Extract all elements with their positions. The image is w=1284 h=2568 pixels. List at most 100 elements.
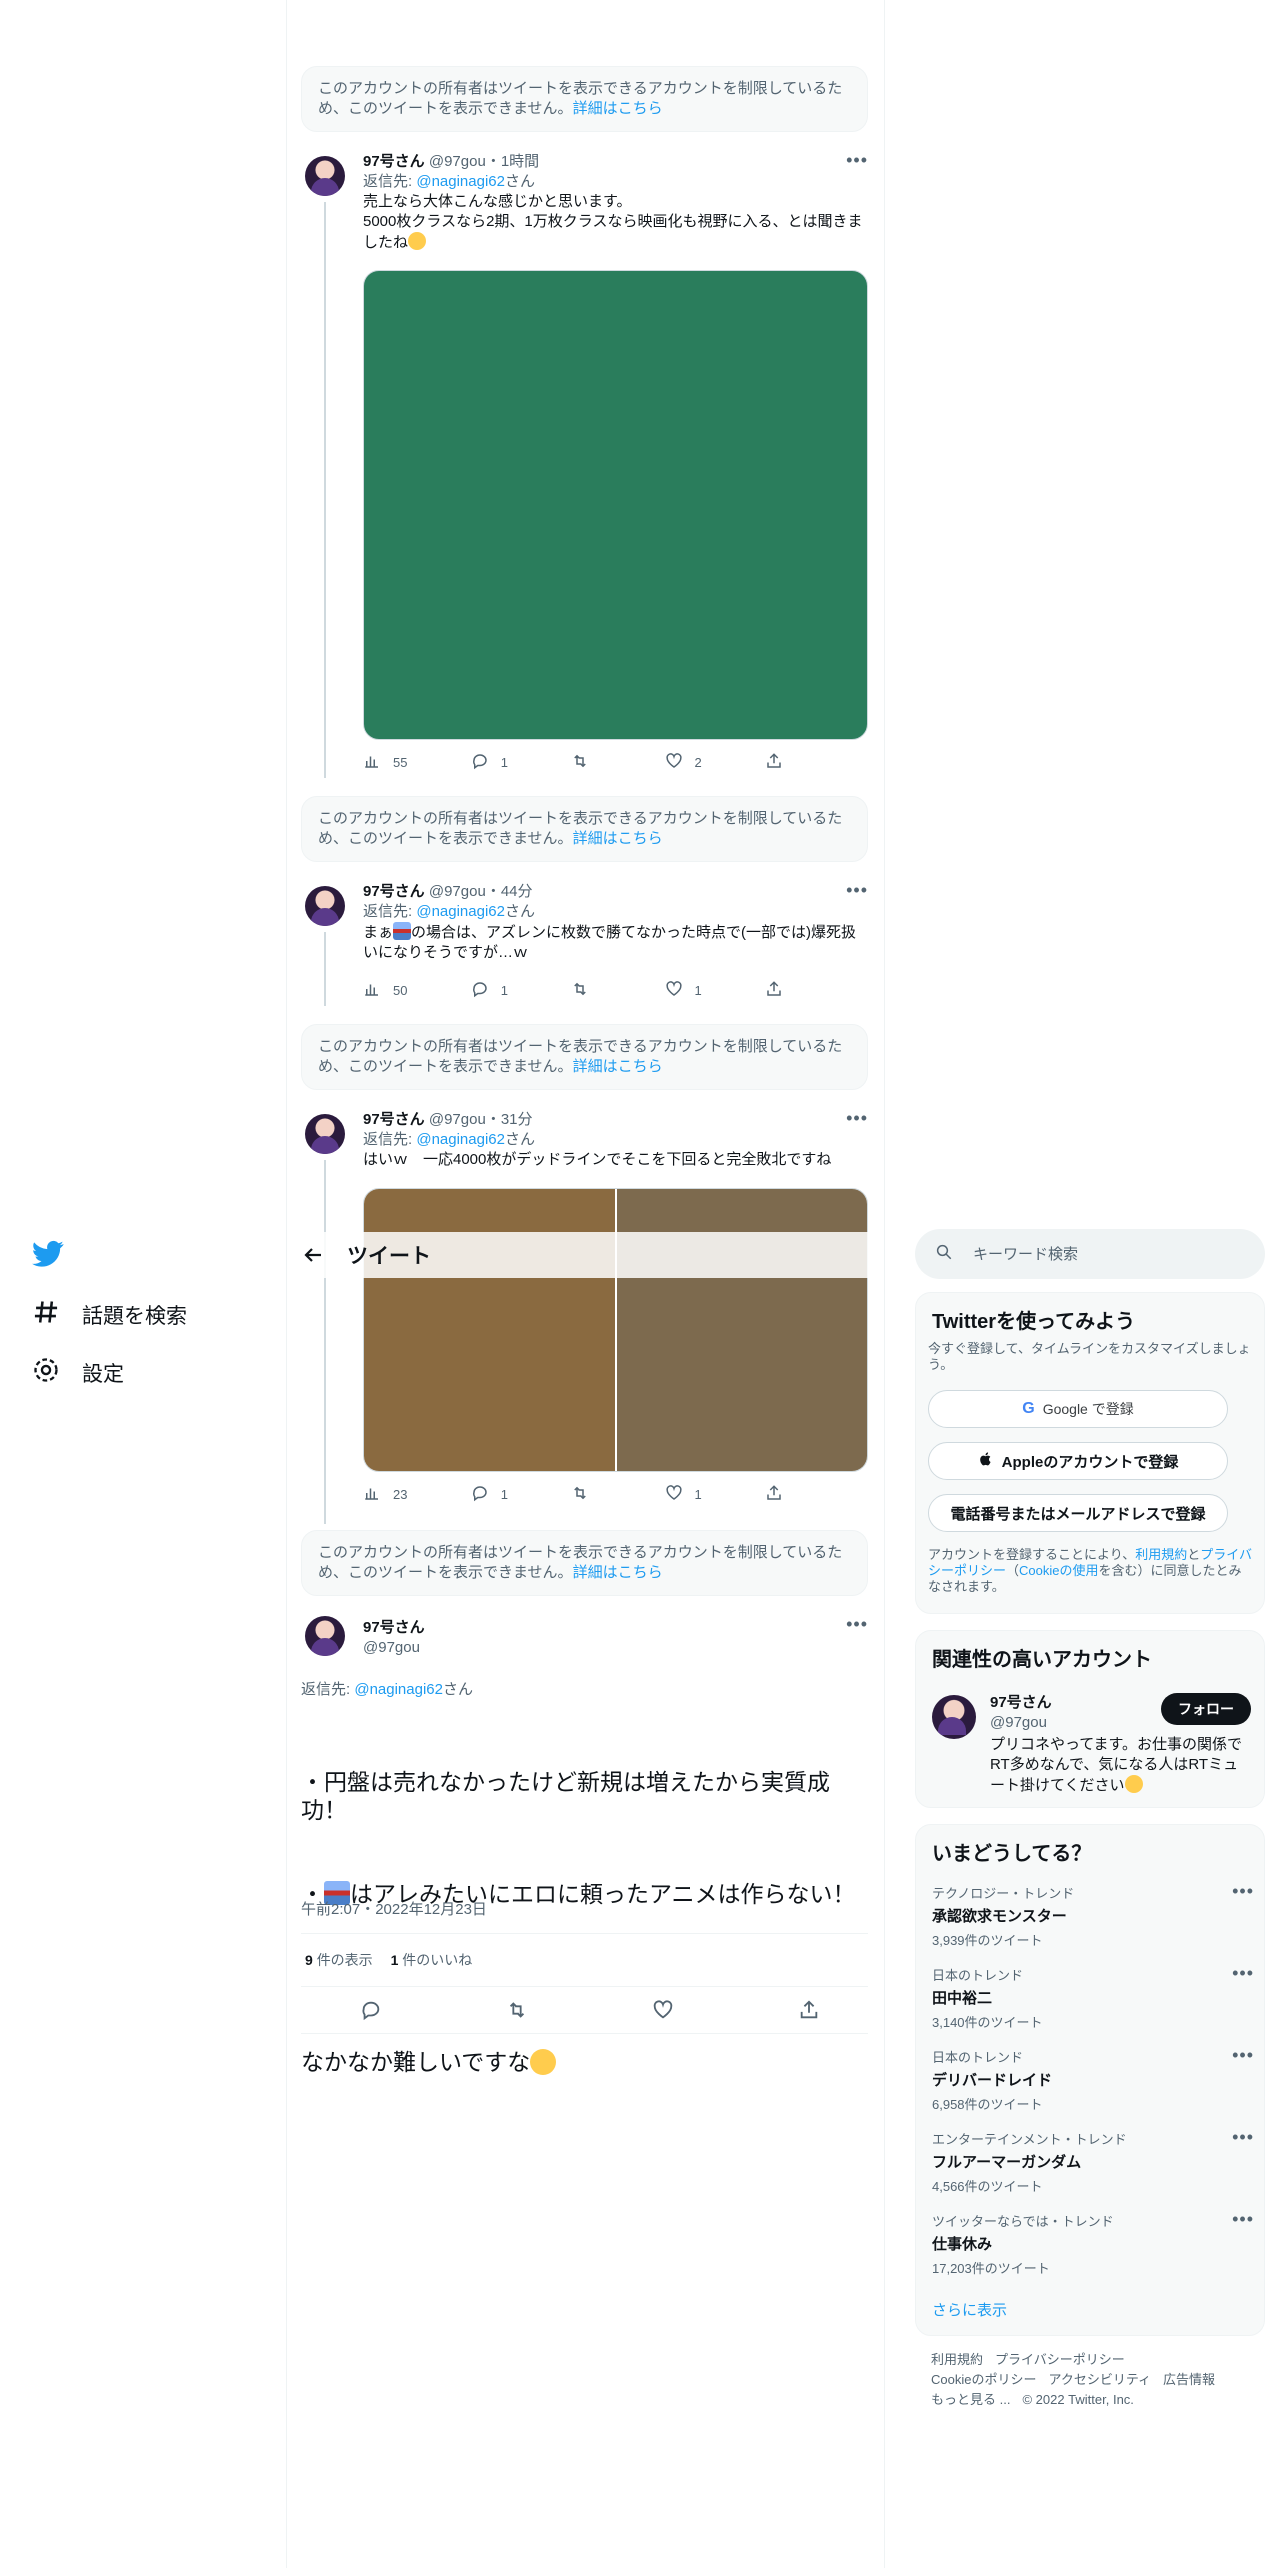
tweet-image[interactable] bbox=[363, 270, 868, 740]
more-options-icon[interactable]: ••• bbox=[846, 151, 868, 169]
footer-cookie-link[interactable]: Cookieのポリシー bbox=[931, 2372, 1036, 2387]
search-input[interactable] bbox=[973, 1245, 1223, 1263]
avatar[interactable] bbox=[305, 156, 345, 196]
reply-count: 1 bbox=[500, 983, 508, 998]
author-name[interactable]: 97号さん bbox=[363, 153, 425, 170]
author-handle[interactable]: @97gou bbox=[363, 1638, 425, 1658]
reply-mention[interactable]: @naginagi62 bbox=[416, 903, 505, 920]
back-arrow-icon[interactable] bbox=[301, 1243, 325, 1267]
tweet-time[interactable]: ・1時間 bbox=[486, 153, 539, 170]
views-label[interactable]: 件の表示 bbox=[317, 1952, 373, 1968]
reply-mention[interactable]: @naginagi62 bbox=[354, 1681, 443, 1698]
show-more-link[interactable]: さらに表示 bbox=[932, 2299, 1007, 2320]
tweet-timestamp[interactable]: 午前2:07・2022年12月23日 bbox=[301, 1898, 487, 1919]
author-name[interactable]: 97号さん bbox=[363, 1618, 425, 1638]
follow-button[interactable]: フォロー bbox=[1161, 1693, 1251, 1725]
views-action[interactable]: 55 bbox=[363, 752, 407, 773]
share-icon bbox=[765, 752, 783, 773]
apple-logo-icon bbox=[978, 1451, 994, 1471]
share-icon[interactable] bbox=[798, 1999, 820, 2026]
nav-explore[interactable]: 話題を検索 bbox=[32, 1298, 187, 1332]
thread-tweet[interactable]: 97号さん @97gou・31分 ••• 返信先: @naginagi62さん … bbox=[301, 1109, 868, 1524]
views-count: 50 bbox=[393, 983, 408, 998]
more-options-icon[interactable]: ••• bbox=[1232, 2210, 1254, 2228]
like-action[interactable]: 1 bbox=[665, 980, 702, 1001]
retweet-action[interactable] bbox=[571, 752, 601, 773]
author-handle[interactable]: @97gou bbox=[429, 1111, 486, 1128]
trend-item[interactable]: 日本のトレンド 田中裕二 3,140件のツイート ••• bbox=[932, 1964, 1254, 2031]
retweet-icon[interactable] bbox=[506, 1999, 528, 2026]
related-account-name[interactable]: 97号さん bbox=[990, 1693, 1052, 1713]
search-box[interactable] bbox=[915, 1229, 1265, 1279]
more-options-icon[interactable]: ••• bbox=[1232, 1882, 1254, 1900]
related-account-info[interactable]: 97号さん @97gou bbox=[990, 1693, 1052, 1733]
reply-mention[interactable]: @naginagi62 bbox=[416, 1131, 505, 1148]
reply-mention[interactable]: @naginagi62 bbox=[416, 173, 505, 190]
notice-link[interactable]: 詳細はこちら bbox=[573, 100, 663, 117]
footer-ads-link[interactable]: 広告情報 bbox=[1163, 2372, 1215, 2387]
share-action[interactable] bbox=[765, 1484, 783, 1505]
twitter-logo-icon[interactable] bbox=[32, 1238, 64, 1270]
grin-sweat-emoji-icon bbox=[530, 2049, 557, 2075]
footer-accessibility-link[interactable]: アクセシビリティ bbox=[1048, 2372, 1151, 2387]
thread-tweet[interactable]: 97号さん @97gou・44分 ••• 返信先: @naginagi62さん … bbox=[301, 881, 868, 1006]
tweet-time[interactable]: ・31分 bbox=[486, 1111, 533, 1128]
trend-item[interactable]: テクノロジー・トレンド 承認欲求モンスター 3,939件のツイート ••• bbox=[932, 1882, 1254, 1949]
nav-settings[interactable]: 設定 bbox=[32, 1356, 124, 1390]
author-name[interactable]: 97号さん bbox=[363, 883, 425, 900]
reply-context: 返信先: @naginagi62さん bbox=[363, 1130, 868, 1150]
author-handle[interactable]: @97gou bbox=[429, 883, 486, 900]
notice-link[interactable]: 詳細はこちら bbox=[573, 1564, 663, 1581]
more-options-icon[interactable]: ••• bbox=[1232, 2046, 1254, 2064]
avatar[interactable] bbox=[305, 1616, 345, 1656]
author-handle[interactable]: @97gou bbox=[429, 153, 486, 170]
retweet-icon bbox=[571, 980, 589, 1001]
cookie-link[interactable]: Cookieの使用 bbox=[1019, 1563, 1098, 1578]
reply-action[interactable]: 1 bbox=[471, 980, 508, 1001]
more-options-icon[interactable]: ••• bbox=[1232, 1964, 1254, 1982]
footer-more-link[interactable]: もっと見る ... bbox=[931, 2392, 1010, 2407]
author-name[interactable]: 97号さん bbox=[363, 1111, 425, 1128]
heart-icon[interactable] bbox=[652, 1999, 674, 2026]
google-signup-button[interactable]: G Google で登録 bbox=[928, 1390, 1228, 1428]
likes-label[interactable]: 件のいいね bbox=[402, 1952, 472, 1968]
share-action[interactable] bbox=[765, 752, 783, 773]
trend-item[interactable]: ツイッターならでは・トレンド 仕事休み 17,203件のツイート ••• bbox=[932, 2210, 1254, 2277]
more-options-icon[interactable]: ••• bbox=[846, 1109, 868, 1127]
notice-link[interactable]: 詳細はこちら bbox=[573, 830, 663, 847]
main-tweet-author[interactable]: 97号さん @97gou bbox=[363, 1618, 425, 1658]
views-action[interactable]: 23 bbox=[363, 1484, 407, 1505]
reply-context: 返信先: @naginagi62さん bbox=[301, 1680, 473, 1700]
retweet-action[interactable] bbox=[571, 980, 601, 1001]
trend-item[interactable]: エンターテインメント・トレンド フルアーマーガンダム 4,566件のツイート •… bbox=[932, 2128, 1254, 2195]
more-options-icon[interactable]: ••• bbox=[846, 881, 868, 899]
reply-action[interactable]: 1 bbox=[471, 1484, 508, 1505]
like-action[interactable]: 2 bbox=[665, 752, 702, 773]
avatar[interactable] bbox=[932, 1695, 976, 1739]
like-action[interactable]: 1 bbox=[665, 1484, 702, 1505]
related-account-handle[interactable]: @97gou bbox=[990, 1713, 1052, 1733]
tweet-text-part: の場合は、アズレンに枚数で勝てなかった時点で(一部では)爆死扱いになりそうですが… bbox=[363, 924, 857, 961]
notice-link[interactable]: 詳細はこちら bbox=[573, 1058, 663, 1075]
footer-terms-link[interactable]: 利用規約 bbox=[931, 2352, 983, 2367]
reply-icon[interactable] bbox=[360, 1999, 382, 2026]
avatar[interactable] bbox=[305, 886, 345, 926]
tweet-time[interactable]: ・44分 bbox=[486, 883, 533, 900]
restricted-notice: このアカウントの所有者はツイートを表示できるアカウントを制限しているため、このツ… bbox=[301, 796, 868, 862]
avatar[interactable] bbox=[305, 1114, 345, 1154]
reply-action[interactable]: 1 bbox=[471, 752, 508, 773]
retweet-action[interactable] bbox=[571, 1484, 601, 1505]
more-options-icon[interactable]: ••• bbox=[846, 1615, 868, 1633]
footer-privacy-link[interactable]: プライバシーポリシー bbox=[995, 2352, 1125, 2367]
share-action[interactable] bbox=[765, 980, 783, 1001]
thread-tweet[interactable]: 97号さん @97gou・1時間 ••• 返信先: @naginagi62さん … bbox=[301, 151, 868, 778]
trend-item[interactable]: 日本のトレンド デリバードレイド 6,958件のツイート ••• bbox=[932, 2046, 1254, 2113]
footer-links: 利用規約 プライバシーポリシー Cookieのポリシー アクセシビリティ 広告情報 も… bbox=[931, 2350, 1227, 2410]
restricted-notice: このアカウントの所有者はツイートを表示できるアカウントを制限しているため、このツ… bbox=[301, 1024, 868, 1090]
apple-signup-button[interactable]: Appleのアカウントで登録 bbox=[928, 1442, 1228, 1480]
reply-icon bbox=[471, 752, 489, 773]
views-action[interactable]: 50 bbox=[363, 980, 407, 1001]
more-options-icon[interactable]: ••• bbox=[1232, 2128, 1254, 2146]
terms-link[interactable]: 利用規約 bbox=[1135, 1547, 1187, 1562]
phone-email-signup-button[interactable]: 電話番号またはメールアドレスで登録 bbox=[928, 1494, 1228, 1532]
